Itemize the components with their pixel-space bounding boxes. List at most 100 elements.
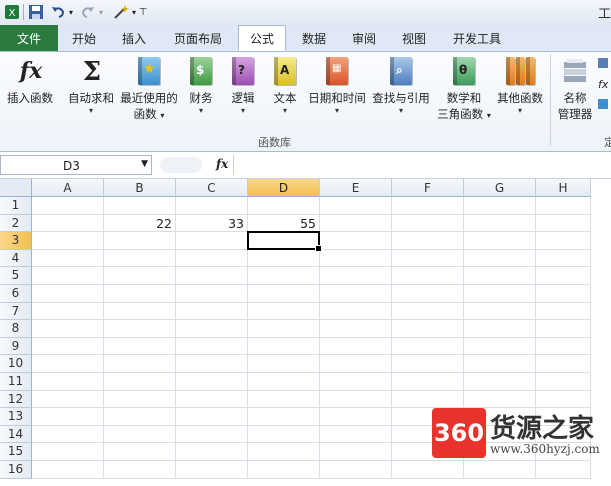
cell-g3[interactable] — [464, 232, 536, 250]
cell-a14[interactable] — [32, 425, 104, 444]
name-manager-button[interactable]: 名称 管理器 — [554, 56, 596, 122]
active-cell-border[interactable] — [247, 231, 322, 252]
row-header-14[interactable]: 14 — [0, 425, 32, 444]
cell-d10[interactable] — [248, 355, 320, 373]
cell-a2[interactable] — [32, 214, 104, 233]
cell-d7[interactable] — [248, 302, 320, 321]
cell-h9[interactable] — [536, 337, 591, 356]
column-header-c[interactable]: C — [176, 179, 248, 197]
cell-a10[interactable] — [32, 355, 104, 373]
cell-a13[interactable] — [32, 408, 104, 426]
cell-a12[interactable] — [32, 390, 104, 409]
cell-b12[interactable] — [104, 390, 176, 409]
tab-developer[interactable]: 开发工具 — [444, 25, 510, 51]
cell-c8[interactable] — [176, 320, 248, 338]
cell-c2[interactable]: 33 — [176, 214, 248, 233]
cell-e15[interactable] — [320, 443, 392, 461]
cell-b15[interactable] — [104, 443, 176, 461]
cell-e7[interactable] — [320, 302, 392, 321]
cell-d8[interactable] — [248, 320, 320, 338]
customize-toolbar-icon[interactable]: ⊤ — [138, 3, 148, 21]
column-header-e[interactable]: E — [320, 179, 392, 197]
row-header-16[interactable]: 16 — [0, 461, 32, 479]
cell-a16[interactable] — [32, 461, 104, 479]
cell-d5[interactable] — [248, 267, 320, 285]
cell-d2[interactable]: 55 — [248, 214, 320, 233]
more-functions-button[interactable]: 其他函数 ▾ — [494, 56, 546, 116]
cell-d9[interactable] — [248, 337, 320, 356]
cell-e5[interactable] — [320, 267, 392, 285]
cell-a11[interactable] — [32, 373, 104, 391]
row-header-10[interactable]: 10 — [0, 355, 32, 373]
cell-b11[interactable] — [104, 373, 176, 391]
cell-a4[interactable] — [32, 249, 104, 268]
cell-c14[interactable] — [176, 425, 248, 444]
cell-c6[interactable] — [176, 285, 248, 303]
financial-button[interactable]: $ 财务 ▾ — [184, 56, 218, 116]
cell-b10[interactable] — [104, 355, 176, 373]
cell-b1[interactable] — [104, 197, 176, 215]
excel-logo-icon[interactable]: X — [3, 3, 21, 21]
cell-h2[interactable] — [536, 214, 591, 233]
cell-a7[interactable] — [32, 302, 104, 321]
logical-button[interactable]: ? 逻辑 ▾ — [226, 56, 260, 116]
cell-g1[interactable] — [464, 197, 536, 215]
cell-d14[interactable] — [248, 425, 320, 444]
row-header-13[interactable]: 13 — [0, 408, 32, 426]
cell-a6[interactable] — [32, 285, 104, 303]
row-header-5[interactable]: 5 — [0, 267, 32, 285]
tab-file[interactable]: 文件 — [0, 25, 58, 51]
cell-b9[interactable] — [104, 337, 176, 356]
cell-c3[interactable] — [176, 232, 248, 250]
cell-c13[interactable] — [176, 408, 248, 426]
column-header-f[interactable]: F — [392, 179, 464, 197]
redo-icon[interactable] — [79, 3, 97, 21]
column-header-d[interactable]: D — [248, 179, 320, 197]
cell-b16[interactable] — [104, 461, 176, 479]
cell-e9[interactable] — [320, 337, 392, 356]
formula-input[interactable] — [233, 155, 611, 175]
cell-e2[interactable] — [320, 214, 392, 233]
cell-b3[interactable] — [104, 232, 176, 250]
row-header-11[interactable]: 11 — [0, 373, 32, 391]
lookup-reference-button[interactable]: ⌕ 查找与引用 ▾ — [370, 56, 432, 116]
cell-e16[interactable] — [320, 461, 392, 479]
formula-bar-splitter[interactable] — [160, 157, 202, 173]
undo-dropdown-icon[interactable]: ▾ — [67, 3, 75, 21]
cell-b14[interactable] — [104, 425, 176, 444]
cell-g7[interactable] — [464, 302, 536, 321]
date-time-button[interactable]: ▦ 日期和时间 ▾ — [306, 56, 368, 116]
cell-b4[interactable] — [104, 249, 176, 268]
cell-h1[interactable] — [536, 197, 591, 215]
row-header-12[interactable]: 12 — [0, 390, 32, 409]
tab-home[interactable]: 开始 — [62, 25, 106, 51]
row-header-15[interactable]: 15 — [0, 443, 32, 461]
cell-d15[interactable] — [248, 443, 320, 461]
cell-f1[interactable] — [392, 197, 464, 215]
row-header-3[interactable]: 3 — [0, 232, 32, 250]
undo-icon[interactable] — [49, 3, 67, 21]
cell-c9[interactable] — [176, 337, 248, 356]
wand-dropdown-icon[interactable]: ▾ — [131, 3, 137, 21]
cell-h11[interactable] — [536, 373, 591, 391]
cell-c1[interactable] — [176, 197, 248, 215]
cell-g4[interactable] — [464, 249, 536, 268]
row-header-8[interactable]: 8 — [0, 320, 32, 338]
select-all-corner[interactable] — [0, 179, 32, 197]
cell-d16[interactable] — [248, 461, 320, 479]
cell-c15[interactable] — [176, 443, 248, 461]
row-header-6[interactable]: 6 — [0, 285, 32, 303]
cell-g9[interactable] — [464, 337, 536, 356]
cell-e8[interactable] — [320, 320, 392, 338]
cell-a5[interactable] — [32, 267, 104, 285]
column-header-b[interactable]: B — [104, 179, 176, 197]
tab-page-layout[interactable]: 页面布局 — [166, 25, 230, 51]
cell-f7[interactable] — [392, 302, 464, 321]
tab-review[interactable]: 审阅 — [344, 25, 384, 51]
cell-g5[interactable] — [464, 267, 536, 285]
cell-e11[interactable] — [320, 373, 392, 391]
row-header-7[interactable]: 7 — [0, 302, 32, 321]
cell-h6[interactable] — [536, 285, 591, 303]
cell-a3[interactable] — [32, 232, 104, 250]
cell-g6[interactable] — [464, 285, 536, 303]
